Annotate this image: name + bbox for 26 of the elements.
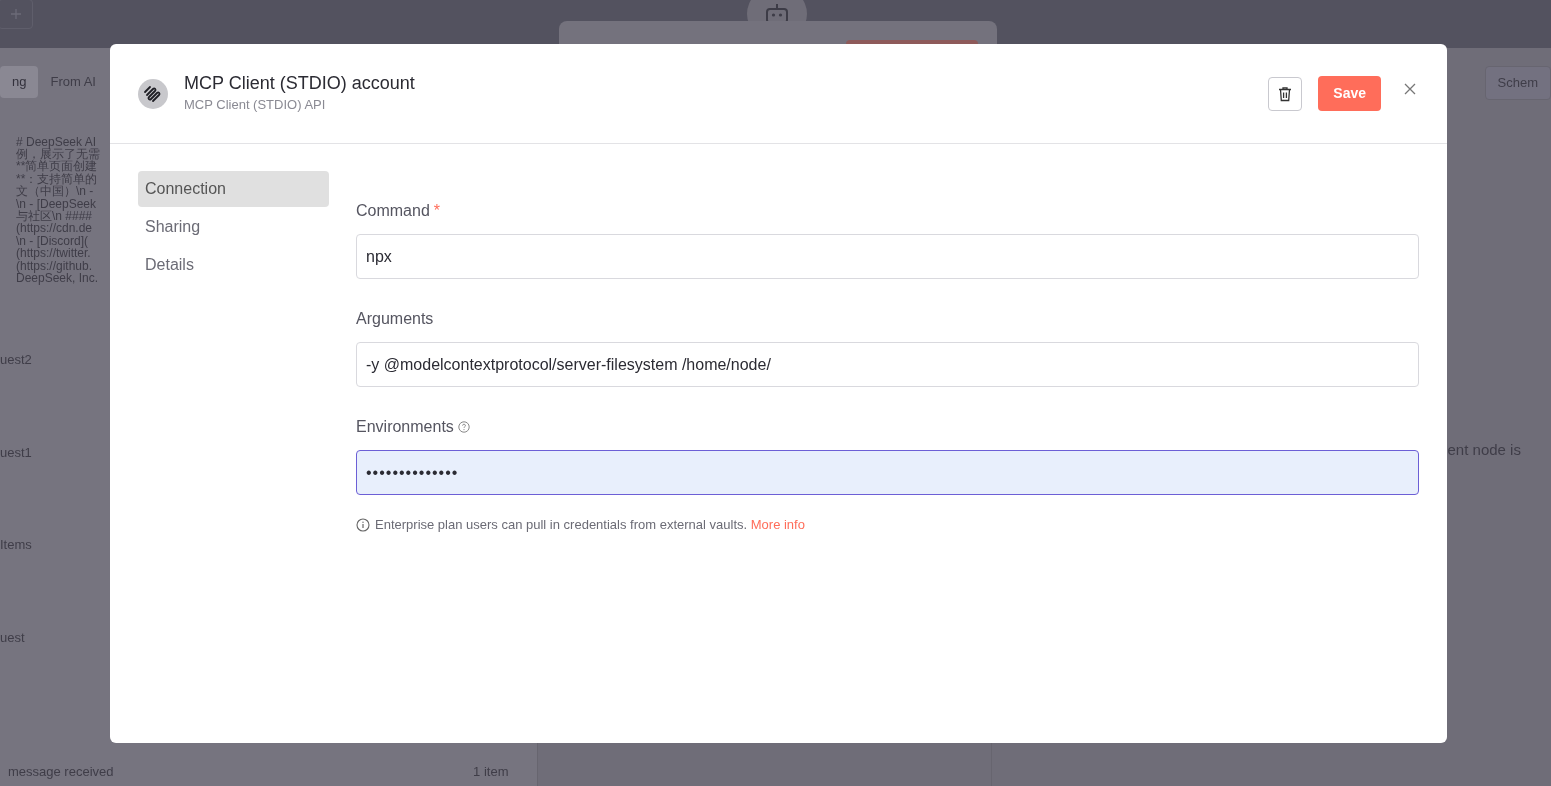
trash-icon [1278, 85, 1293, 102]
more-info-link[interactable]: More info [750, 517, 805, 532]
tab[interactable]: ng [0, 66, 39, 98]
field-label: Command [356, 201, 430, 221]
field-label: Environments [356, 417, 454, 437]
info-text: Enterprise plan users can pull in credentials from external vaults. More info [375, 516, 805, 534]
node-label: Items [0, 536, 32, 555]
delete-button[interactable] [1268, 76, 1303, 111]
close-icon [1404, 82, 1416, 95]
code-line: (https://twitter. [16, 247, 91, 260]
logo-icon [138, 78, 168, 109]
save-button[interactable]: Save [1318, 76, 1381, 111]
field-label: Arguments [356, 309, 434, 329]
code-line: (https://github. [16, 259, 93, 272]
info-icon [356, 517, 370, 532]
input-field[interactable]: -y @modelcontextprotocol/server-filesystem /home/node/ [356, 342, 1419, 387]
required-mark: * [433, 201, 441, 221]
input-field[interactable]: •••••••••••••• [356, 450, 1419, 495]
nav-item[interactable]: Sharing [138, 209, 329, 245]
help-icon[interactable] [457, 421, 470, 433]
dialog-subtitle: MCP Client (STDIO) API [184, 95, 327, 114]
code-line: (https://cdn.de [16, 222, 93, 235]
input-field[interactable]: npx [356, 234, 1419, 279]
dialog-title: MCP Client (STDIO) account [184, 72, 415, 95]
nav-item[interactable]: Details [138, 247, 329, 283]
nav-item[interactable]: Connection [138, 171, 329, 207]
